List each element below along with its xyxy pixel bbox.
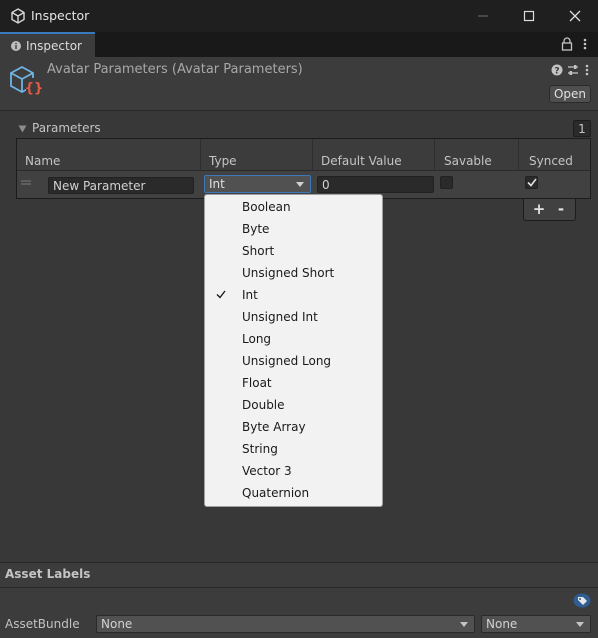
column-divider[interactable] [518,139,519,171]
column-divider[interactable] [200,139,201,171]
asset-bundle-variant-value: None [486,617,518,631]
remove-parameter-button[interactable]: - [553,200,569,218]
maximize-icon [523,10,535,22]
minimize-icon [478,15,488,17]
chevron-down-icon [460,622,468,627]
parameters-header-row [17,139,590,171]
drag-handle-icon[interactable] [21,180,31,186]
column-header-savable: Savable [444,154,492,168]
tab-menu-icon[interactable] [580,37,590,51]
type-option[interactable]: Unsigned Long [205,350,382,372]
type-option-label: Double [242,398,285,412]
checkmark-icon [526,178,537,187]
chevron-down-icon [296,182,304,187]
window-title: Inspector [31,8,90,23]
type-option[interactable]: Double [205,394,382,416]
svg-text:{}: {} [25,81,42,96]
synced-checkbox[interactable] [525,176,538,189]
presets-icon[interactable] [567,63,579,77]
type-option[interactable]: Float [205,372,382,394]
type-option-label: Unsigned Short [242,266,335,280]
type-option-label: Unsigned Long [242,354,332,368]
type-option[interactable]: Quaternion [205,482,382,504]
asset-title: Avatar Parameters (Avatar Parameters) [47,62,303,77]
open-button[interactable]: Open [549,85,591,103]
avatar-parameters-asset-icon: {} [10,65,42,96]
type-option-label: Unsigned Int [242,310,318,324]
asset-labels-title: Asset Labels [5,567,91,581]
unity-logo-icon [11,8,25,24]
info-icon [11,40,21,51]
savable-checkbox[interactable] [440,176,453,189]
chevron-down-icon [576,622,584,627]
column-header-synced: Synced [529,154,573,168]
tag-icon[interactable] [573,593,591,608]
asset-bundle-value: None [101,617,133,631]
type-option-label: Long [242,332,272,346]
type-option[interactable]: String [205,438,382,460]
parameter-type-value: Int [209,177,225,191]
column-divider[interactable] [434,139,435,171]
parameters-count-field[interactable]: 1 [573,120,591,137]
type-option-label: Quaternion [242,486,310,500]
type-option-label: Float [242,376,272,390]
type-option[interactable]: Short [205,240,382,262]
type-option[interactable]: Int [205,284,382,306]
parameters-foldout-label[interactable]: Parameters [32,121,101,135]
type-option-label: Byte Array [242,420,306,434]
type-option[interactable]: Byte [205,218,382,240]
type-option-label: Int [242,288,258,302]
type-option[interactable]: Unsigned Int [205,306,382,328]
type-option[interactable]: Byte Array [205,416,382,438]
type-option[interactable]: Unsigned Short [205,262,382,284]
type-dropdown-menu: Boolean Byte Short Unsigned Short Int Unsigne… [204,194,383,507]
asset-bundle-dropdown[interactable]: None [96,615,475,633]
type-option-label: Short [242,244,275,258]
component-menu-icon[interactable] [584,63,590,77]
checkmark-icon [216,290,226,299]
add-parameter-button[interactable]: + [531,200,547,218]
column-header-type: Type [209,154,237,168]
svg-text:?: ? [554,66,559,76]
close-button[interactable] [552,0,598,32]
lock-icon[interactable] [561,37,573,51]
type-option-label: Byte [242,222,270,236]
asset-bundle-variant-dropdown[interactable]: None [481,615,591,633]
tab-label: Inspector [26,38,82,53]
parameter-type-dropdown[interactable]: Int [204,175,311,193]
column-divider[interactable] [312,139,313,171]
tab-inspector[interactable]: Inspector [0,32,95,57]
type-option-label: Vector 3 [242,464,292,478]
close-icon [569,10,581,22]
type-option-label: Boolean [242,200,291,214]
type-option[interactable]: Boolean [205,196,382,218]
parameter-name-field[interactable]: New Parameter [48,177,194,194]
maximize-button[interactable] [506,0,552,32]
column-header-name: Name [25,154,61,168]
type-option[interactable]: Vector 3 [205,460,382,482]
asset-bundle-label: AssetBundle [5,617,80,631]
minimize-button[interactable] [460,0,506,32]
foldout-arrow-icon[interactable] [18,125,27,133]
type-option-label: String [242,442,278,456]
type-option[interactable]: Long [205,328,382,350]
help-icon[interactable]: ? [551,64,563,76]
column-header-default-value: Default Value [321,154,402,168]
default-value-field[interactable]: 0 [317,176,434,193]
